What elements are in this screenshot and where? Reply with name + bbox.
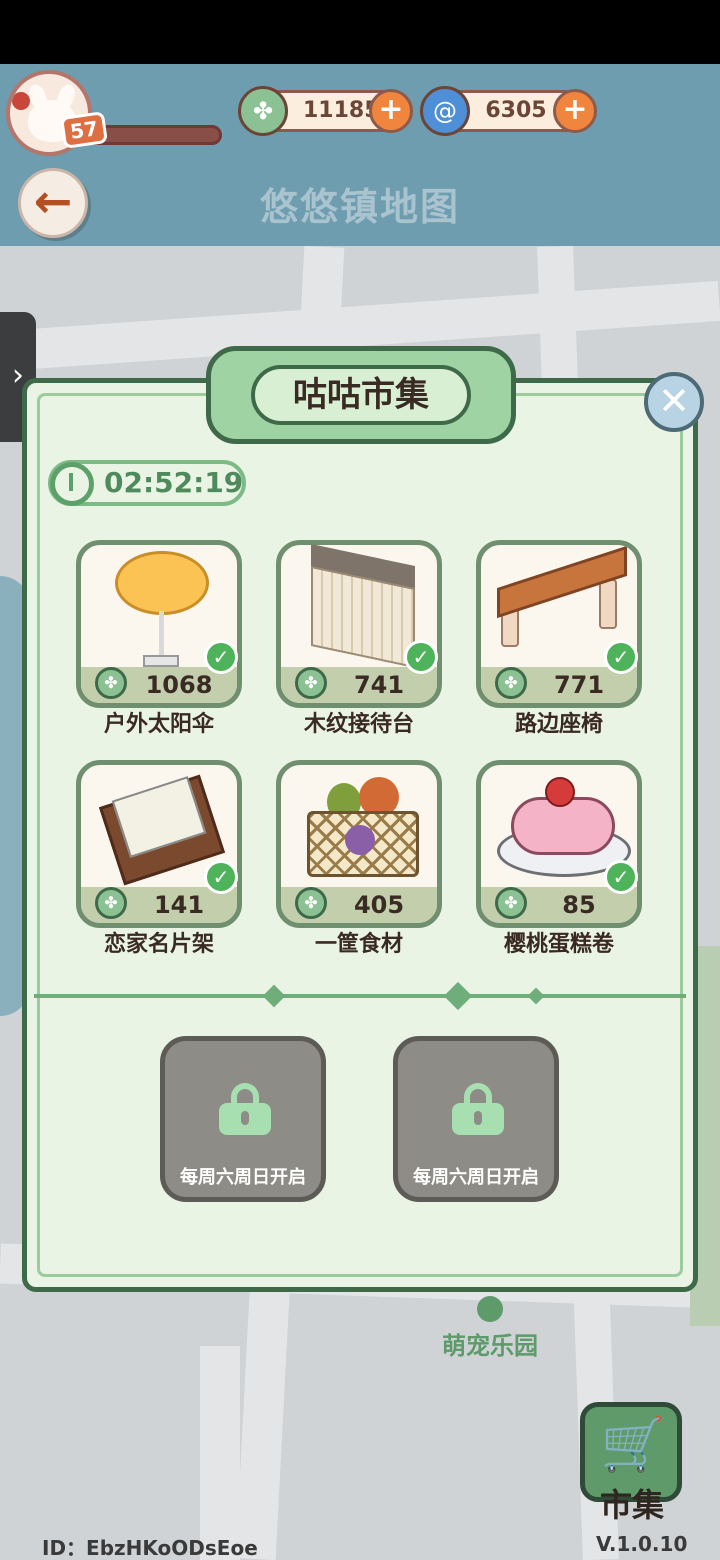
clover-icon: ✤ [295,887,327,919]
market-button-label[interactable]: 市集 [590,1480,674,1526]
clover-amount: 11185 [303,98,380,123]
version-label: V.1.0.10 [596,1532,688,1556]
locked-slot-label: 每周六周日开启 [413,1167,539,1188]
item-card[interactable]: ✤ 141 [76,760,242,928]
item-card[interactable]: ✤ 405 [276,760,442,928]
price-bar: ✤ 405 [281,887,437,923]
lock-icon [452,1083,504,1135]
item-price: 741 [353,671,405,699]
umbrella-icon [115,551,209,615]
item-card[interactable]: ✤ 741 [276,540,442,708]
clover-icon: ✤ [95,887,127,919]
poi-label[interactable]: 萌宠乐园 [420,1326,560,1361]
flower-icon [12,92,30,110]
timer-value: 02:52:19 [104,466,244,499]
clover-icon: ✤ [238,86,288,136]
clover-icon: ✤ [495,667,527,699]
item-name: 路边座椅 [514,712,603,737]
vegetable [345,825,375,855]
item-card[interactable]: ✤ 85 [476,760,642,928]
item-card[interactable]: ✤ 771 [476,540,642,708]
umbrella-base [143,655,179,667]
player-id: ID：EbzHKoODsEoe [42,1536,258,1560]
owned-check-icon: ✓ [404,640,438,674]
back-button[interactable]: ← [18,168,88,238]
section-divider [34,994,686,998]
owned-check-icon: ✓ [204,860,238,894]
item-name: 一筐食材 [314,932,403,957]
close-button[interactable]: ✕ [644,372,704,432]
item-price: 85 [562,891,596,919]
add-clover-button[interactable]: + [369,89,413,133]
item-name: 恋家名片架 [103,932,214,957]
owned-check-icon: ✓ [204,640,238,674]
item-price: 141 [153,891,205,919]
swirl-amount: 6305 [485,98,547,123]
swirl-icon: @ [420,86,470,136]
item-name: 樱桃蛋糕卷 [503,932,614,957]
locked-slot-label: 每周六周日开启 [180,1167,306,1188]
clover-icon: ✤ [495,887,527,919]
item-price: 771 [553,671,605,699]
modal-title-inner: 咕咕市集 [251,365,471,425]
item-name: 户外太阳伞 [103,712,214,737]
lock-body [452,1103,504,1135]
item-price: 405 [353,891,405,919]
locked-slot[interactable]: 每周六周日开启 [393,1036,559,1202]
cherry-icon [545,777,575,807]
refresh-timer: 02:52:19 [48,460,246,506]
item-card[interactable]: ✤ 1068 [76,540,242,708]
lock-icon [219,1083,271,1135]
modal-title-plate: 咕咕市集 [206,346,516,444]
clover-icon: ✤ [95,667,127,699]
locked-slot[interactable]: 每周六周日开启 [160,1036,326,1202]
status-bar [0,0,720,64]
modal-title: 咕咕市集 [293,375,429,415]
umbrella-pole [159,611,164,661]
clock-icon [50,462,94,506]
item-name: 木纹接待台 [303,712,414,737]
owned-check-icon: ✓ [604,640,638,674]
owned-check-icon: ✓ [604,860,638,894]
map-road [200,1346,240,1560]
add-swirl-button[interactable]: + [553,89,597,133]
page-title: 悠悠镇地图 [259,185,460,229]
bench-leg [599,579,617,629]
lock-body [219,1103,271,1135]
shopping-cart-icon: 🛒 [600,1415,666,1475]
poi-marker[interactable] [477,1296,503,1322]
clover-icon: ✤ [295,667,327,699]
level-badge: 57 [59,111,109,149]
item-price: 1068 [145,671,213,699]
